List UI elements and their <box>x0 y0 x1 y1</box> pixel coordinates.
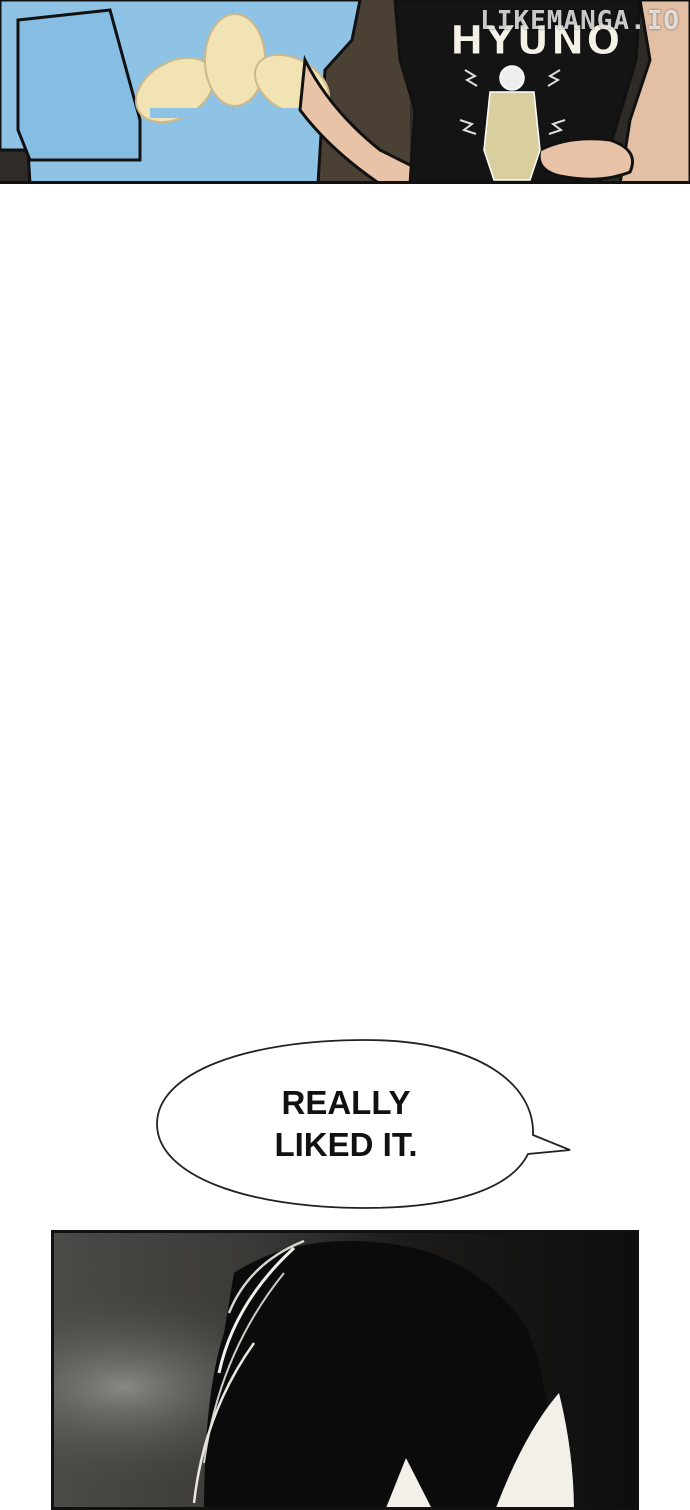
speech-bubble: REALLY LIKED IT. <box>156 1039 571 1209</box>
dark-scene-illustration <box>54 1233 636 1507</box>
hand <box>537 137 634 181</box>
speech-line-1: REALLY <box>282 1084 411 1121</box>
comic-panel-bottom <box>51 1230 639 1510</box>
speech-line-2: LIKED IT. <box>274 1126 417 1163</box>
watermark: LIKEMANGA.IO <box>480 6 680 36</box>
comic-panel-top: HYUNO LIKEMANGA.IO <box>0 0 690 184</box>
